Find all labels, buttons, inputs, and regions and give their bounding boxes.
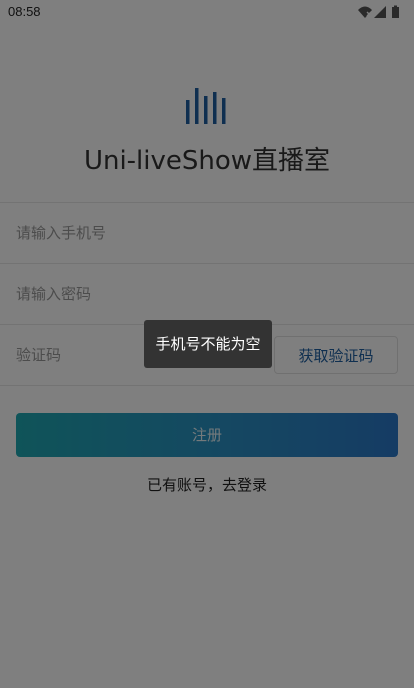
- toast-message: 手机号不能为空: [144, 320, 272, 368]
